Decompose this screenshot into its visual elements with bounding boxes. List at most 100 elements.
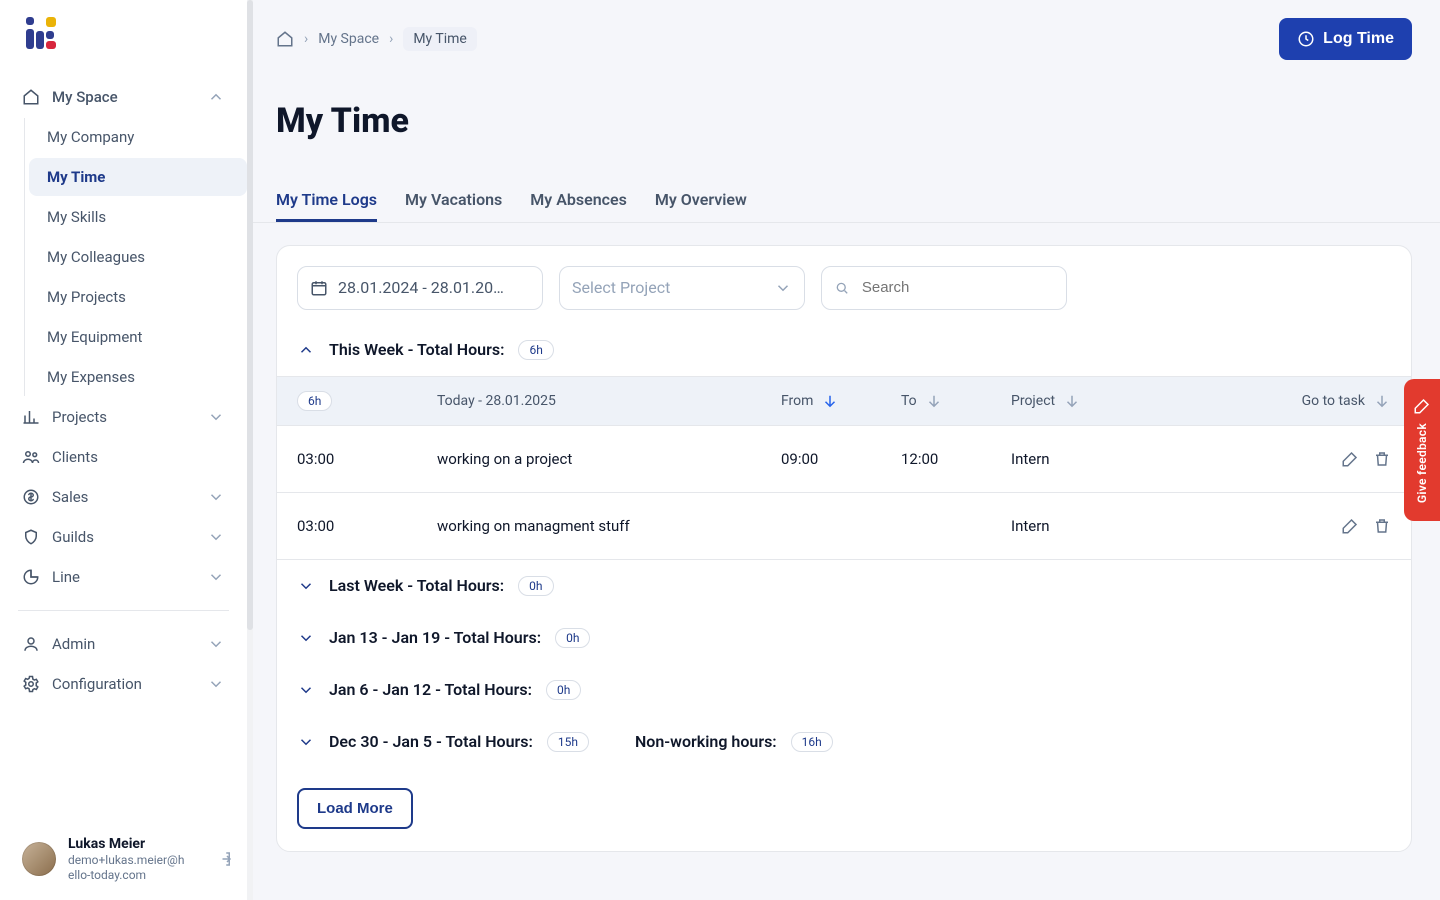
cell-description: working on managment stuff: [437, 517, 781, 535]
section-label: Dec 30 - Jan 5 - Total Hours:: [329, 732, 533, 751]
user-name: Lukas Meier: [68, 836, 184, 853]
trash-icon[interactable]: [1373, 450, 1391, 468]
sidebar-item-label: Clients: [52, 448, 98, 466]
give-feedback-tab[interactable]: Give feedback: [1404, 379, 1440, 521]
table-header: 6h Today - 28.01.2025 From To Project Go…: [277, 376, 1411, 426]
chevron-down-icon[interactable]: [297, 629, 315, 647]
sidebar-item-sales[interactable]: Sales: [8, 478, 239, 516]
user-email-line1: demo+lukas.meier@h: [68, 853, 184, 867]
sidebar-item-label: My Time: [47, 168, 105, 186]
sidebar-item-label: My Expenses: [47, 368, 135, 386]
th-label: Go to task: [1302, 393, 1365, 409]
sidebar-item-my-equipment[interactable]: My Equipment: [29, 318, 247, 356]
search-input-wrapper[interactable]: [821, 266, 1067, 310]
cell-project: Intern: [1011, 450, 1221, 468]
pencil-icon[interactable]: [1341, 517, 1359, 535]
pie-icon: [22, 568, 40, 586]
sidebar-item-admin[interactable]: Admin: [8, 625, 239, 663]
chevron-down-icon: [207, 635, 225, 653]
cell-to: 12:00: [901, 450, 1011, 468]
sidebar-item-label: My Space: [52, 88, 118, 106]
hours-badge: 15h: [547, 732, 589, 752]
chevron-up-icon: [207, 88, 225, 106]
th-project[interactable]: Project: [1011, 392, 1221, 410]
sidebar-item-configuration[interactable]: Configuration: [8, 665, 239, 703]
logout-icon[interactable]: [215, 850, 233, 868]
trash-icon[interactable]: [1373, 517, 1391, 535]
tab-my-absences[interactable]: My Absences: [530, 180, 627, 222]
hours-badge: 0h: [518, 576, 553, 596]
sidebar-item-my-skills[interactable]: My Skills: [29, 198, 247, 236]
page-title: My Time: [248, 83, 1440, 147]
cell-duration: 03:00: [297, 450, 437, 468]
date-range-value: 28.01.2024 - 28.01.20…: [338, 278, 504, 297]
sidebar-scroll-thumb[interactable]: [247, 0, 253, 630]
avatar[interactable]: [22, 842, 56, 876]
tab-my-time-logs[interactable]: My Time Logs: [276, 180, 377, 222]
sidebar-item-my-company[interactable]: My Company: [29, 118, 247, 156]
hours-badge: 6h: [518, 340, 553, 360]
tab-my-vacations[interactable]: My Vacations: [405, 180, 502, 222]
project-select[interactable]: Select Project: [559, 266, 805, 310]
sidebar-item-label: My Equipment: [47, 328, 142, 346]
section-last-week[interactable]: Last Week - Total Hours: 0h: [277, 560, 1411, 612]
sidebar-item-my-expenses[interactable]: My Expenses: [29, 358, 247, 396]
sidebar-item-label: Line: [52, 568, 80, 586]
date-range-picker[interactable]: 28.01.2024 - 28.01.20…: [297, 266, 543, 310]
load-more-button[interactable]: Load More: [297, 788, 413, 829]
sidebar-item-guilds[interactable]: Guilds: [8, 518, 239, 556]
log-time-button[interactable]: Log Time: [1279, 18, 1412, 60]
breadcrumb-my-space[interactable]: My Space: [318, 31, 379, 47]
home-icon: [22, 88, 40, 106]
tab-my-overview[interactable]: My Overview: [655, 180, 747, 222]
th-to[interactable]: To: [901, 392, 1011, 410]
th-from[interactable]: From: [781, 392, 901, 410]
sidebar-item-label: My Company: [47, 128, 134, 146]
sidebar-item-line[interactable]: Line: [8, 558, 239, 596]
hours-badge: 16h: [791, 732, 833, 752]
th-label: Project: [1011, 393, 1055, 409]
gear-icon: [22, 675, 40, 693]
main: › My Space › My Time Log Time My Time My…: [248, 0, 1440, 900]
chevron-down-icon[interactable]: [297, 733, 315, 751]
chevron-down-icon[interactable]: [297, 681, 315, 699]
section-label: Last Week - Total Hours:: [329, 576, 504, 595]
logo-icon: [22, 17, 60, 55]
app-logo[interactable]: [0, 0, 247, 72]
th-gototask[interactable]: Go to task: [1221, 392, 1391, 410]
sidebar-item-label: My Colleagues: [47, 248, 145, 266]
sidebar-item-label: Projects: [52, 408, 107, 426]
pencil-icon[interactable]: [1341, 450, 1359, 468]
sidebar-item-label: My Skills: [47, 208, 106, 226]
sidebar-item-clients[interactable]: Clients: [8, 438, 239, 476]
sidebar-item-projects[interactable]: Projects: [8, 398, 239, 436]
home-icon[interactable]: [276, 30, 294, 48]
th-label: To: [901, 393, 917, 409]
chevron-up-icon[interactable]: [297, 341, 315, 359]
table-row: 03:00 working on a project 09:00 12:00 I…: [277, 426, 1411, 493]
section-label: Jan 13 - Jan 19 - Total Hours:: [329, 628, 541, 647]
section-jan6[interactable]: Jan 6 - Jan 12 - Total Hours: 0h: [277, 664, 1411, 716]
hours-badge: 0h: [555, 628, 590, 648]
sidebar-item-my-space[interactable]: My Space: [8, 78, 239, 116]
admin-icon: [22, 635, 40, 653]
sidebar: My Space My Company My Time My Skills My…: [0, 0, 248, 900]
chevron-down-icon[interactable]: [297, 577, 315, 595]
calendar-icon: [310, 279, 328, 297]
sidebar-item-my-colleagues[interactable]: My Colleagues: [29, 238, 247, 276]
arrow-down-icon: [1373, 392, 1391, 410]
search-icon: [834, 279, 850, 297]
sidebar-item-label: Guilds: [52, 528, 94, 546]
sidebar-item-my-projects[interactable]: My Projects: [29, 278, 247, 316]
chevron-down-icon: [207, 568, 225, 586]
time-log-panel: 28.01.2024 - 28.01.20… Select Project Th…: [276, 245, 1412, 852]
sidebar-item-my-time[interactable]: My Time: [29, 158, 247, 196]
section-jan13[interactable]: Jan 13 - Jan 19 - Total Hours: 0h: [277, 612, 1411, 664]
section-dec30[interactable]: Dec 30 - Jan 5 - Total Hours: 15h Non-wo…: [277, 716, 1411, 768]
section-this-week[interactable]: This Week - Total Hours: 6h: [277, 324, 1411, 376]
search-input[interactable]: [860, 278, 1054, 297]
user-meta: Lukas Meier demo+lukas.meier@h ello-toda…: [68, 836, 184, 882]
feedback-pen-icon: [1413, 397, 1431, 415]
cell-duration: 03:00: [297, 517, 437, 535]
breadcrumb-separator: ›: [304, 31, 308, 47]
